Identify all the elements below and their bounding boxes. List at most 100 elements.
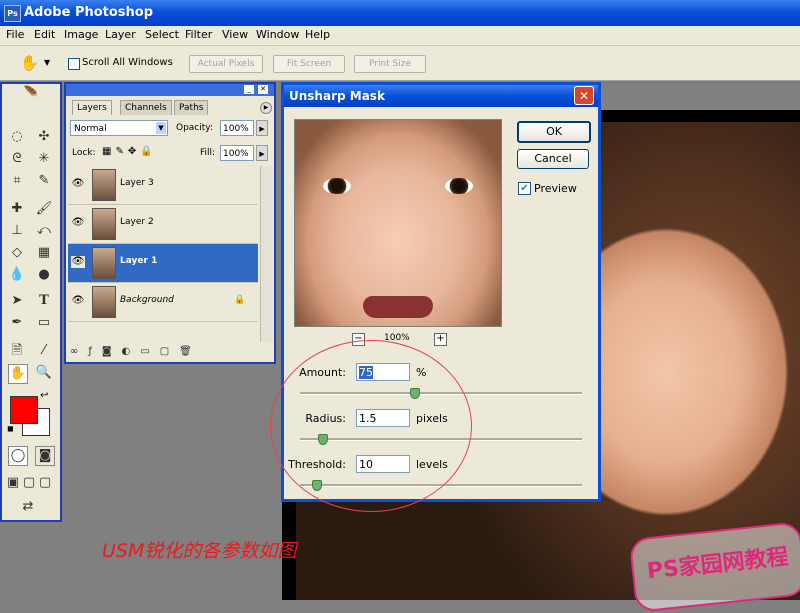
magic-wand-tool-icon[interactable]: ✳	[35, 150, 53, 168]
dodge-tool-icon[interactable]: ●	[35, 266, 53, 284]
clone-stamp-tool-icon[interactable]: ⊥	[8, 222, 26, 240]
fill-input[interactable]: 100%	[220, 145, 254, 161]
crop-tool-icon[interactable]: ⌗	[8, 172, 26, 190]
slice-tool-icon[interactable]: ✎	[35, 172, 53, 190]
pen-tool-icon[interactable]: ✒	[8, 314, 26, 332]
blur-tool-icon[interactable]: 💧	[8, 266, 26, 284]
hand-tool-icon[interactable]: ✋	[20, 54, 39, 72]
screen-mode-standard-icon[interactable]: ▣	[6, 474, 20, 492]
preview-image[interactable]	[294, 119, 502, 327]
screen-mode-full-menu-icon[interactable]: ▢	[22, 474, 36, 492]
photoshop-logo-icon: Ps	[4, 5, 21, 22]
zoom-in-button[interactable]: +	[434, 333, 447, 346]
title-bar: Ps Adobe Photoshop	[0, 0, 800, 26]
lock-icon: 🔒	[234, 295, 246, 305]
scroll-all-windows-label: Scroll All Windows	[82, 57, 173, 68]
layer-name: Background	[120, 295, 174, 305]
jump-to-imageready-icon[interactable]: ⇄	[10, 498, 46, 516]
layers-panel-titlebar[interactable]: _ ✕	[66, 84, 274, 96]
lock-options-icons[interactable]: ▦✎✥🔒	[102, 146, 157, 157]
panel-menu-icon[interactable]: ▶	[260, 102, 272, 114]
layers-panel: _ ✕ Layers Channels Paths ▶ Normal ▼ Opa…	[64, 82, 276, 364]
chevron-down-icon[interactable]: ▼	[156, 122, 166, 134]
visibility-eye-icon[interactable]: 👁	[71, 295, 85, 307]
feather-logo-icon: 🪶	[23, 86, 41, 101]
layer-row-layer-2[interactable]: 👁 Layer 2	[68, 205, 258, 244]
menu-view[interactable]: View	[222, 28, 248, 41]
layers-scrollbar[interactable]	[260, 166, 273, 342]
annotation-caption: USM锐化的各参数如图	[102, 540, 297, 562]
layer-row-layer-1[interactable]: 👁 Layer 1	[68, 244, 258, 283]
path-selection-tool-icon[interactable]: ➤	[8, 292, 26, 310]
zoom-tool-icon[interactable]: 🔍	[35, 364, 53, 382]
fill-slider-arrow-icon[interactable]: ▶	[256, 145, 268, 161]
dialog-titlebar[interactable]: Unsharp Mask	[284, 85, 598, 107]
preview-right-eye	[445, 178, 473, 194]
layer-row-layer-3[interactable]: 👁 Layer 3	[68, 166, 258, 205]
menu-select[interactable]: Select	[145, 28, 179, 41]
menu-image[interactable]: Image	[64, 28, 98, 41]
layer-thumbnail	[92, 208, 116, 240]
move-tool-icon[interactable]: ✣	[35, 128, 53, 146]
visibility-eye-icon[interactable]: 👁	[71, 256, 85, 268]
menu-file[interactable]: File	[6, 28, 24, 41]
layer-thumbnail	[92, 286, 116, 318]
default-colors-icon[interactable]: ◼	[7, 424, 14, 433]
tab-layers[interactable]: Layers	[72, 100, 112, 115]
opacity-label: Opacity:	[176, 123, 213, 133]
ok-button[interactable]: OK	[517, 121, 591, 143]
eraser-tool-icon[interactable]: ◇	[8, 244, 26, 262]
menu-edit[interactable]: Edit	[34, 28, 55, 41]
scroll-all-windows-checkbox[interactable]	[68, 58, 80, 70]
hand-tool-active-icon[interactable]: ✋	[8, 364, 28, 384]
menu-help[interactable]: Help	[305, 28, 330, 41]
fill-label: Fill:	[200, 148, 216, 158]
tool-preset-dropdown-icon[interactable]: ▼	[44, 58, 50, 67]
layer-name: Layer 1	[120, 256, 158, 266]
opacity-slider-arrow-icon[interactable]: ▶	[256, 120, 268, 136]
tab-paths[interactable]: Paths	[174, 100, 209, 115]
brush-tool-icon[interactable]: 🖌	[35, 200, 53, 218]
minimize-icon[interactable]: _	[244, 85, 254, 94]
type-tool-icon[interactable]: T	[35, 292, 53, 310]
tools-panel: 🪶 ◌ ✣ ᘓ ✳ ⌗ ✎ ✚ 🖌 ⊥ ⤺ ◇ ▦ 💧 ● ➤ T ✒ ▭ 🗎 …	[0, 82, 62, 522]
visibility-eye-icon[interactable]: 👁	[71, 217, 85, 229]
notes-tool-icon[interactable]: 🗎	[8, 342, 26, 360]
actual-pixels-button[interactable]: Actual Pixels	[189, 55, 263, 73]
shape-tool-icon[interactable]: ▭	[35, 314, 53, 332]
close-icon[interactable]: ✕	[258, 85, 268, 94]
swap-colors-icon[interactable]: ↩	[40, 390, 48, 401]
quick-mask-mode-icon[interactable]: ◙	[35, 446, 55, 466]
opacity-input[interactable]: 100%	[220, 120, 254, 136]
print-size-button[interactable]: Print Size	[354, 55, 426, 73]
visibility-eye-icon[interactable]: 👁	[71, 178, 85, 190]
healing-brush-tool-icon[interactable]: ✚	[8, 200, 26, 218]
standard-mode-icon[interactable]: ◯	[8, 446, 28, 466]
layer-row-background[interactable]: 👁 Background 🔒	[68, 283, 258, 322]
cancel-button[interactable]: Cancel	[517, 149, 589, 169]
preview-mouth	[363, 296, 433, 318]
layer-thumbnail	[92, 169, 116, 201]
menu-filter[interactable]: Filter	[185, 28, 212, 41]
history-brush-tool-icon[interactable]: ⤺	[35, 222, 53, 240]
layers-panel-footer-icons[interactable]: ∞ƒ◙◐▭▢🗑	[70, 346, 270, 360]
foreground-color-swatch[interactable]	[10, 396, 38, 424]
preview-left-eye	[323, 178, 351, 194]
close-icon[interactable]: ✕	[574, 86, 594, 105]
tab-channels[interactable]: Channels	[120, 100, 172, 115]
marquee-tool-icon[interactable]: ◌	[8, 128, 26, 146]
preview-checkbox[interactable]: ✔	[518, 182, 531, 195]
menu-layer[interactable]: Layer	[105, 28, 136, 41]
gradient-tool-icon[interactable]: ▦	[35, 244, 53, 262]
fit-screen-button[interactable]: Fit Screen	[273, 55, 345, 73]
layer-thumbnail	[92, 247, 116, 279]
app-title: Adobe Photoshop	[24, 5, 154, 20]
menu-window[interactable]: Window	[256, 28, 299, 41]
eyedropper-tool-icon[interactable]: ⁄	[35, 342, 53, 360]
annotation-circle	[270, 340, 472, 512]
dialog-title: Unsharp Mask	[289, 89, 385, 103]
lasso-tool-icon[interactable]: ᘓ	[8, 150, 26, 168]
screen-mode-full-icon[interactable]: ▢	[38, 474, 52, 492]
preview-label: Preview	[534, 182, 577, 195]
blend-mode-select[interactable]: Normal	[70, 120, 168, 136]
